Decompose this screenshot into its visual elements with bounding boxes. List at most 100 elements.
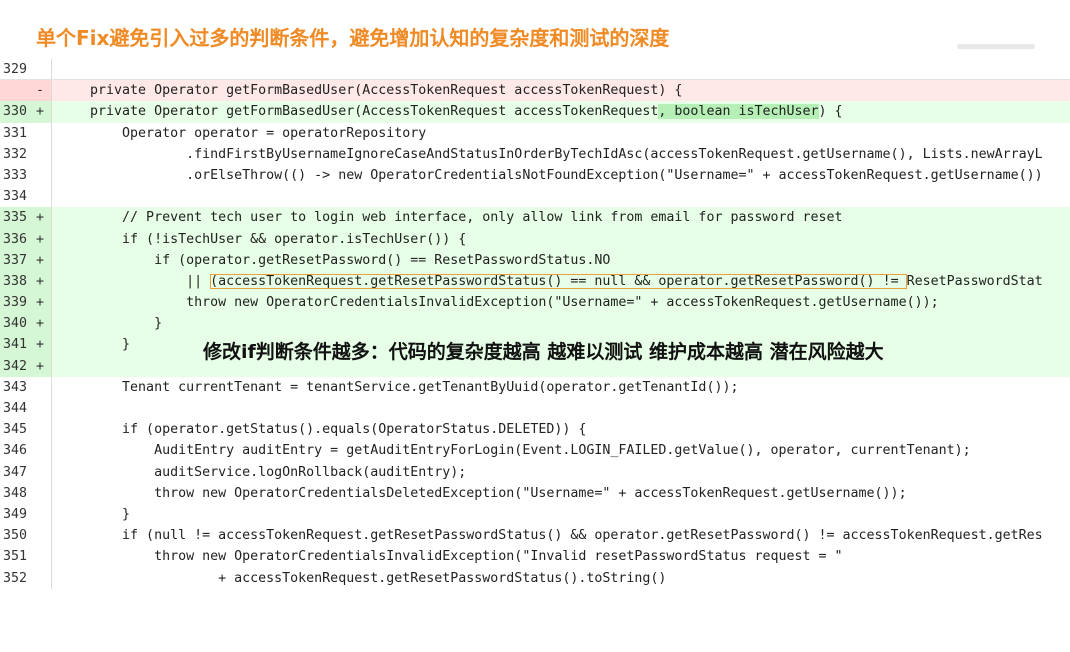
code-text: Tenant currentTenant = tenantService.get… — [58, 379, 739, 395]
line-gutter: 336 + — [0, 228, 52, 250]
line-number: 342 — [3, 358, 28, 374]
line-gutter: 346 — [0, 440, 52, 462]
diff-line-346: 346 AuditEntry auditEntry = getAuditEntr… — [0, 440, 1070, 462]
code-text: if (!isTechUser && operator.isTechUser()… — [58, 231, 467, 247]
line-number: 343 — [3, 379, 28, 395]
code-text: private Operator getFormBasedUser(Access… — [58, 101, 843, 122]
diff-line-344: 344 — [0, 398, 1070, 420]
line-number: 341 — [3, 337, 28, 353]
diff-line-352: 352 + accessTokenRequest.getResetPasswor… — [0, 567, 1070, 589]
line-number: 330 — [3, 104, 28, 120]
line-number: 349 — [3, 506, 28, 522]
line-gutter: 330 + — [0, 101, 52, 123]
diff-view: 329 - private Operator getFormBasedUser(… — [0, 59, 1070, 589]
diff-line-347: 347 auditService.logOnRollback(auditEntr… — [0, 461, 1070, 483]
diff-line-334: 334 — [0, 186, 1070, 208]
line-gutter: 339 + — [0, 292, 52, 314]
diff-line-348: 348 throw new OperatorCredentialsDeleted… — [0, 482, 1070, 504]
line-gutter: 329 — [0, 59, 52, 81]
line-number: 351 — [3, 549, 28, 565]
line-gutter: - — [0, 80, 52, 102]
code-text: } — [58, 337, 131, 353]
line-gutter: 343 — [0, 376, 52, 398]
diff-line-343: 343 Tenant currentTenant = tenantService… — [0, 376, 1070, 398]
code-text: || (accessTokenRequest.getResetPasswordS… — [58, 271, 1043, 292]
code-text: // Prevent tech user to login web interf… — [58, 210, 843, 226]
horizontal-scrollbar[interactable] — [957, 44, 1035, 49]
line-number: 352 — [3, 570, 28, 586]
code-text: AuditEntry auditEntry = getAuditEntryFor… — [58, 443, 971, 459]
diff-marker: + — [36, 210, 45, 226]
line-number: 340 — [3, 316, 28, 332]
diff-marker: + — [36, 295, 45, 311]
code-text: Operator operator = operatorRepository — [58, 125, 427, 141]
diff-line-336: 336 + if (!isTechUser && operator.isTechU… — [0, 228, 1070, 250]
diff-marker: + — [36, 337, 45, 353]
line-number: 338 — [3, 273, 28, 289]
code-text: .findFirstByUsernameIgnoreCaseAndStatusI… — [58, 146, 1043, 162]
line-number: 337 — [3, 252, 28, 268]
line-gutter: 344 — [0, 398, 52, 420]
overlay-annotation: 修改if判断条件越多：代码的复杂度越高 越难以测试 维护成本越高 潜在风险越大 — [203, 341, 884, 363]
line-number: 339 — [3, 295, 28, 311]
code-text: + accessTokenRequest.getResetPasswordSta… — [58, 570, 667, 586]
diff-line-339: 339 + throw new OperatorCredentialsInvali… — [0, 292, 1070, 314]
diff-marker: + — [36, 316, 45, 332]
line-number: 331 — [3, 125, 28, 141]
diff-line-330: 330 + private Operator getFormBasedUser(A… — [0, 101, 1070, 123]
line-gutter: 347 — [0, 461, 52, 483]
code-text: auditService.logOnRollback(auditEntry); — [58, 464, 467, 480]
code-text: throw new OperatorCredentialsDeletedExce… — [58, 485, 907, 501]
diff-line-337: 337 + if (operator.getResetPassword() == … — [0, 249, 1070, 271]
line-number: 346 — [3, 443, 28, 459]
line-gutter: 332 — [0, 143, 52, 165]
line-gutter: 352 — [0, 567, 52, 589]
code-text: throw new OperatorCredentialsInvalidExce… — [58, 295, 939, 311]
line-gutter: 335 + — [0, 207, 52, 229]
line-gutter: 334 — [0, 186, 52, 208]
line-number: 333 — [3, 167, 28, 183]
code-text: } — [58, 316, 163, 332]
line-number: 345 — [3, 422, 28, 438]
condition-highlight-box: (accessTokenRequest.getResetPasswordStat… — [210, 273, 907, 289]
diff-line-332: 332 .findFirstByUsernameIgnoreCaseAndSta… — [0, 143, 1070, 165]
added-parameter-highlight: , boolean isTechUser — [658, 104, 819, 120]
code-text: .orElseThrow(() -> new OperatorCredentia… — [58, 167, 1043, 183]
diff-line-350: 350 if (null != accessTokenRequest.getRe… — [0, 525, 1070, 547]
diff-line-329: 329 — [0, 59, 1070, 81]
line-number: 334 — [3, 189, 28, 205]
code-text: private Operator getFormBasedUser(Access… — [58, 83, 683, 99]
line-number: 336 — [3, 231, 28, 247]
line-number: 344 — [3, 401, 28, 416]
line-gutter: 340 + — [0, 313, 52, 335]
line-number: 335 — [3, 210, 28, 226]
line-gutter: 345 — [0, 419, 52, 441]
code-text: if (operator.getStatus().equals(Operator… — [58, 422, 587, 438]
code-text: if (null != accessTokenRequest.getResetP… — [58, 528, 1043, 544]
line-gutter: 338 + — [0, 270, 52, 293]
diff-line-351: 351 throw new OperatorCredentialsInvalid… — [0, 546, 1070, 568]
line-gutter: 337 + — [0, 249, 52, 271]
code-segment: || — [58, 273, 211, 289]
code-segment: private Operator getFormBasedUser(Access… — [58, 104, 659, 120]
line-gutter: 333 — [0, 164, 52, 187]
line-gutter: 351 — [0, 546, 52, 568]
line-number: 329 — [3, 62, 28, 77]
diff-line-deleted: - private Operator getFormBasedUser(Acce… — [0, 79, 1070, 102]
code-text: throw new OperatorCredentialsInvalidExce… — [58, 549, 843, 565]
diff-marker: + — [36, 231, 45, 247]
code-text: } — [58, 506, 131, 522]
diff-marker: + — [36, 358, 45, 374]
line-number: 332 — [3, 146, 28, 162]
line-gutter: 331 — [0, 122, 52, 144]
diff-line-331: 331 Operator operator = operatorReposito… — [0, 122, 1070, 144]
diff-marker: - — [36, 83, 45, 99]
diff-marker: + — [36, 273, 45, 289]
line-number: 350 — [3, 528, 28, 544]
diff-line-349: 349 } — [0, 503, 1070, 526]
diff-line-335: 335 + // Prevent tech user to login web i… — [0, 207, 1070, 229]
code-text: if (operator.getResetPassword() == Reset… — [58, 252, 611, 268]
code-segment: ResetPasswordStat — [906, 273, 1043, 289]
line-gutter: 350 — [0, 525, 52, 547]
diff-line-338: 338 + || (accessTokenRequest.getResetPass… — [0, 270, 1070, 293]
